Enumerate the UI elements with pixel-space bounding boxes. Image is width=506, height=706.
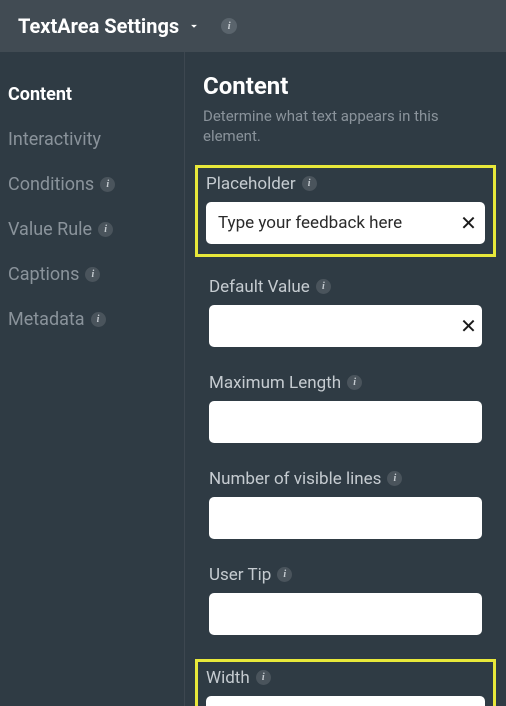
sidebar-item-value-rule[interactable]: Value Rule i xyxy=(8,207,184,252)
content-description: Determine what text appears in this elem… xyxy=(203,106,488,147)
info-icon[interactable]: i xyxy=(256,670,271,685)
info-icon[interactable]: i xyxy=(85,267,100,282)
field-placeholder: Placeholder i ✕ xyxy=(195,165,496,257)
header-title: TextArea Settings xyxy=(18,14,179,38)
sidebar-item-label: Interactivity xyxy=(8,129,101,150)
sidebar-item-label: Value Rule xyxy=(8,219,92,240)
info-icon[interactable]: i xyxy=(347,375,362,390)
placeholder-input[interactable] xyxy=(206,202,452,244)
info-icon[interactable]: i xyxy=(221,18,237,34)
sidebar-item-metadata[interactable]: Metadata i xyxy=(8,297,184,342)
settings-header: TextArea Settings i xyxy=(0,0,506,52)
chevron-down-icon[interactable] xyxy=(187,19,201,33)
sidebar-item-interactivity[interactable]: Interactivity xyxy=(8,117,184,162)
input-wrap: ✕ xyxy=(206,202,485,244)
field-label: Default Value xyxy=(209,277,310,297)
sidebar: Content Interactivity Conditions i Value… xyxy=(0,52,185,706)
field-label: Maximum Length xyxy=(209,373,341,393)
input-wrap xyxy=(209,401,482,443)
sidebar-item-captions[interactable]: Captions i xyxy=(8,252,184,297)
field-max-length: Maximum Length i xyxy=(203,371,488,449)
sidebar-item-conditions[interactable]: Conditions i xyxy=(8,162,184,207)
field-label: Number of visible lines xyxy=(209,469,381,489)
input-wrap xyxy=(209,497,482,539)
sidebar-item-label: Metadata xyxy=(8,309,85,330)
width-input[interactable] xyxy=(206,696,485,706)
info-icon[interactable]: i xyxy=(91,312,106,327)
field-label-row: Default Value i xyxy=(209,277,482,297)
input-wrap xyxy=(206,696,485,706)
input-wrap: ✕ xyxy=(209,305,482,347)
content-panel: Content Determine what text appears in t… xyxy=(185,52,506,706)
visible-lines-input[interactable] xyxy=(209,497,482,539)
field-label: Width xyxy=(206,668,250,688)
field-label: Placeholder xyxy=(206,174,296,194)
input-wrap xyxy=(209,593,482,635)
info-icon[interactable]: i xyxy=(100,177,115,192)
info-icon[interactable]: i xyxy=(98,222,113,237)
field-default-value: Default Value i ✕ xyxy=(203,275,488,353)
info-icon[interactable]: i xyxy=(316,279,331,294)
info-icon[interactable]: i xyxy=(277,567,292,582)
field-user-tip: User Tip i xyxy=(203,563,488,641)
content-title: Content xyxy=(203,72,488,100)
main-area: Content Interactivity Conditions i Value… xyxy=(0,52,506,706)
clear-icon[interactable]: ✕ xyxy=(455,305,482,347)
sidebar-item-label: Conditions xyxy=(8,174,94,195)
clear-icon[interactable]: ✕ xyxy=(452,202,485,244)
info-icon[interactable]: i xyxy=(302,176,317,191)
field-label-row: User Tip i xyxy=(209,565,482,585)
user-tip-input[interactable] xyxy=(209,593,482,635)
info-icon[interactable]: i xyxy=(387,471,402,486)
sidebar-item-label: Content xyxy=(8,84,72,105)
max-length-input[interactable] xyxy=(209,401,482,443)
default-value-input[interactable] xyxy=(209,305,455,347)
field-label-row: Placeholder i xyxy=(206,174,485,194)
sidebar-item-content[interactable]: Content xyxy=(8,72,184,117)
field-width: Width i xyxy=(195,659,496,706)
field-visible-lines: Number of visible lines i xyxy=(203,467,488,545)
field-label-row: Width i xyxy=(206,668,485,688)
field-label-row: Maximum Length i xyxy=(209,373,482,393)
field-label: User Tip xyxy=(209,565,271,585)
field-label-row: Number of visible lines i xyxy=(209,469,482,489)
sidebar-item-label: Captions xyxy=(8,264,79,285)
